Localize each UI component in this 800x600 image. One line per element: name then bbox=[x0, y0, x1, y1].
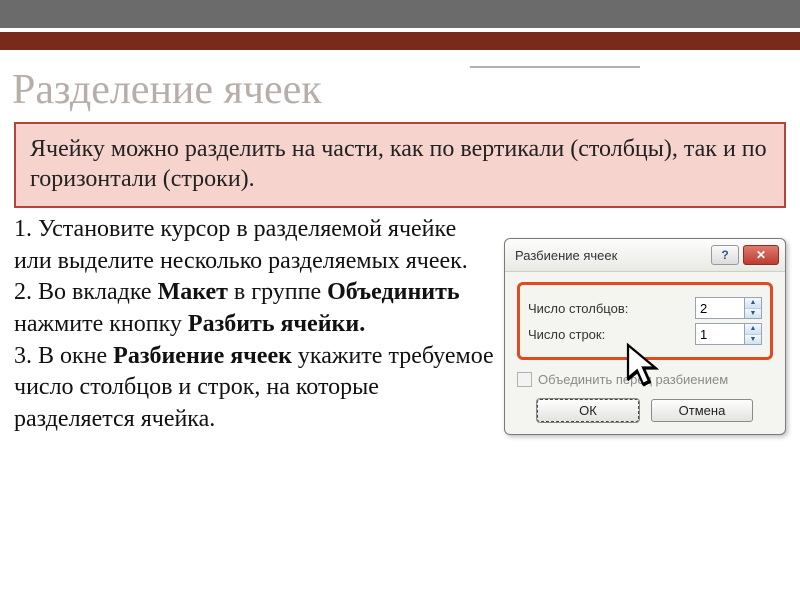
ok-button[interactable]: ОК bbox=[537, 399, 639, 422]
help-button[interactable]: ? bbox=[711, 245, 739, 265]
split-cells-dialog: Разбиение ячеек ? ✕ Число столбцов: ▲ ▼ bbox=[504, 238, 786, 435]
instructions-block: 1. Установите курсор в разделяемой ячейк… bbox=[14, 214, 494, 436]
decoration-line bbox=[470, 66, 640, 68]
rows-spinner[interactable]: ▲ ▼ bbox=[695, 323, 762, 345]
step-2: 2. Во вкладке Макет в группе Объединить … bbox=[14, 277, 494, 340]
cancel-button[interactable]: Отмена bbox=[651, 399, 753, 422]
page-title: Разделение ячеек bbox=[12, 66, 800, 114]
merge-checkbox[interactable] bbox=[517, 372, 532, 387]
rows-spin-up[interactable]: ▲ bbox=[745, 324, 761, 335]
header-stripes bbox=[0, 0, 800, 60]
rows-spin-down[interactable]: ▼ bbox=[745, 335, 761, 345]
intro-callout: Ячейку можно разделить на части, как по … bbox=[14, 122, 786, 208]
step-3: 3. В окне Разбиение ячеек укажите требуе… bbox=[14, 341, 494, 436]
rows-label: Число строк: bbox=[528, 327, 605, 342]
merge-label: Объединить перед разбиением bbox=[538, 372, 728, 387]
merge-before-split-row[interactable]: Объединить перед разбиением bbox=[517, 372, 773, 387]
columns-label: Число столбцов: bbox=[528, 301, 628, 316]
rows-input[interactable] bbox=[695, 323, 745, 345]
step-1: 1. Установите курсор в разделяемой ячейк… bbox=[14, 214, 494, 277]
columns-spin-down[interactable]: ▼ bbox=[745, 309, 761, 319]
columns-spin-up[interactable]: ▲ bbox=[745, 298, 761, 309]
fields-highlight: Число столбцов: ▲ ▼ Число строк: bbox=[517, 282, 773, 360]
dialog-titlebar: Разбиение ячеек ? ✕ bbox=[505, 239, 785, 272]
close-button[interactable]: ✕ bbox=[743, 245, 779, 265]
columns-spinner[interactable]: ▲ ▼ bbox=[695, 297, 762, 319]
columns-input[interactable] bbox=[695, 297, 745, 319]
dialog-title: Разбиение ячеек bbox=[515, 248, 617, 263]
